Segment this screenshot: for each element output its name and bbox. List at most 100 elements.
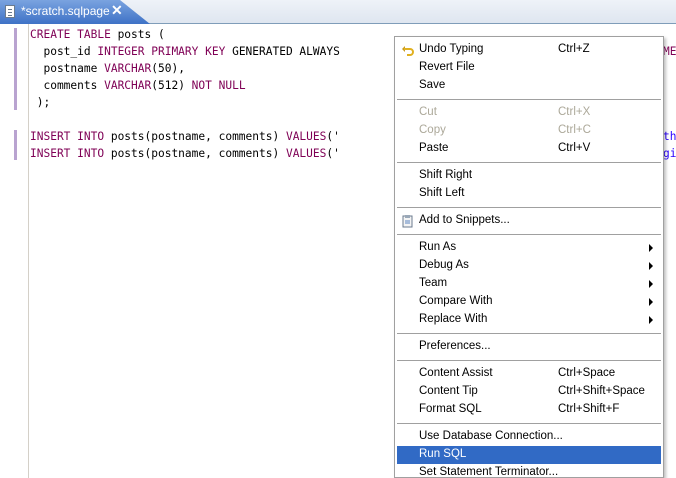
menu-item-revert-file[interactable]: Revert File [397,59,661,77]
menu-item-label: Run SQL [419,448,467,460]
code-line: comments VARCHAR(512) NOT NULL [30,77,340,94]
menu-item-label: Cut [419,106,437,118]
change-indicator [14,130,17,160]
menu-item-shift-left[interactable]: Shift Left [397,185,661,203]
code-token: GENERATED ALWAYS [232,45,340,58]
menu-item-label: Replace With [419,313,488,325]
menu-item-add-to-snippets[interactable]: Add to Snippets... [397,212,661,230]
menu-item-label: Set Statement Terminator... [419,466,559,478]
menu-item-content-tip[interactable]: Content Tip Ctrl+Shift+Space [397,383,661,401]
menu-item-label: Debug As [419,259,469,271]
menu-item-label: Content Tip [419,385,478,397]
undo-icon [401,43,415,57]
menu-item-label: Use Database Connection... [419,430,563,442]
code-line: INSERT INTO posts(postname, comments) VA… [30,128,340,145]
menu-item-undo-typing[interactable]: Undo Typing Ctrl+Z [397,41,661,59]
code-line: ); [30,94,340,111]
menu-item-label: Content Assist [419,367,493,379]
code-token: posts(postname, comments) [110,130,286,143]
code-token: (' [326,147,340,160]
menu-item-format-sql[interactable]: Format SQL Ctrl+Shift+F [397,401,661,419]
menu-item-content-assist[interactable]: Content Assist Ctrl+Space [397,365,661,383]
menu-item-shortcut: Ctrl+Shift+F [558,403,620,415]
menu-item-label: Shift Left [419,187,465,199]
menu-item-run-as[interactable]: Run As [397,239,661,257]
menu-item-label: Run As [419,241,457,253]
tab-scratch-sqlpage[interactable]: *scratch.sqlpage ✕ [0,0,150,24]
code-line: INSERT INTO posts(postname, comments) VA… [30,145,340,162]
submenu-arrow-icon [649,316,653,324]
menu-item-shortcut: Ctrl+Shift+Space [558,385,645,397]
code-token: VALUES [285,147,327,160]
menu-item-label: Add to Snippets... [419,214,510,226]
code-token: post_id [30,45,98,58]
editor-gutter [0,24,14,478]
code-token: posts ( [117,28,165,41]
menu-separator [397,234,661,236]
menu-item-save[interactable]: Save [397,77,661,95]
code-token: VALUES [285,130,327,143]
submenu-arrow-icon [649,244,653,252]
code-token: (50), [151,62,185,75]
menu-item-copy: Copy Ctrl+C [397,122,661,140]
menu-item-compare-with[interactable]: Compare With [397,293,661,311]
change-indicator [14,28,17,110]
menu-item-label: Compare With [419,295,493,307]
code-token: comments [30,79,105,92]
code-token: NOT NULL [191,79,246,92]
code-token: ); [30,96,51,109]
code-token: INTEGER PRIMARY KEY [97,45,233,58]
code-token: (512) [151,79,192,92]
code-token: VARCHAR [104,79,152,92]
submenu-arrow-icon [649,298,653,306]
menu-item-label: Save [419,79,446,91]
menu-item-label: Format SQL [419,403,482,415]
code-token: ME [663,45,676,58]
menu-separator [397,207,661,209]
code-token: gi [663,147,676,160]
code-token: INSERT INTO [30,147,111,160]
menu-separator [397,99,661,101]
menu-item-set-statement-terminator[interactable]: Set Statement Terminator... [397,464,661,478]
code-token: INSERT INTO [30,130,111,143]
menu-item-label: Team [419,277,448,289]
menu-item-preferences[interactable]: Preferences... [397,338,661,356]
menu-item-label: Paste [419,142,449,154]
submenu-arrow-icon [649,262,653,270]
code-line: CREATE TABLE posts ( [30,26,340,43]
code-text[interactable]: CREATE TABLE posts ( post_id INTEGER PRI… [30,26,340,162]
menu-item-label: Undo Typing [419,43,484,55]
menu-item-shortcut: Ctrl+X [558,106,591,118]
menu-item-cut: Cut Ctrl+X [397,104,661,122]
close-icon[interactable]: ✕ [111,2,123,19]
menu-item-use-database-connection[interactable]: Use Database Connection... [397,428,661,446]
menu-item-shortcut: Ctrl+V [558,142,591,154]
editor-tab-bar: *scratch.sqlpage ✕ [0,0,676,24]
code-token: posts(postname, comments) [110,147,286,160]
code-token: (' [326,130,340,143]
menu-item-shortcut: Ctrl+Z [558,43,590,55]
code-token: VARCHAR [104,62,152,75]
menu-item-paste[interactable]: Paste Ctrl+V [397,140,661,158]
tab-title: *scratch.sqlpage [21,4,110,18]
code-line: post_id INTEGER PRIMARY KEY GENERATED AL… [30,43,340,60]
context-menu: Undo Typing Ctrl+Z Revert File Save Cut Ctrl+… [394,36,664,478]
menu-item-shift-right[interactable]: Shift Right [397,167,661,185]
snippets-icon [401,214,415,228]
menu-item-team[interactable]: Team [397,275,661,293]
menu-item-debug-as[interactable]: Debug As [397,257,661,275]
menu-separator [397,423,661,425]
code-line: postname VARCHAR(50), [30,60,340,77]
menu-item-label: Revert File [419,61,475,73]
code-token: postname [30,62,105,75]
menu-item-run-sql[interactable]: Run SQL [397,446,661,464]
menu-item-replace-with[interactable]: Replace With [397,311,661,329]
menu-item-shortcut: Ctrl+C [558,124,591,136]
menu-separator [397,333,661,335]
menu-item-label: Shift Right [419,169,473,181]
menu-item-shortcut: Ctrl+Space [558,367,616,379]
sql-file-icon [5,5,15,18]
code-token: CREATE TABLE [30,28,118,41]
menu-item-label: Preferences... [419,340,491,352]
submenu-arrow-icon [649,280,653,288]
